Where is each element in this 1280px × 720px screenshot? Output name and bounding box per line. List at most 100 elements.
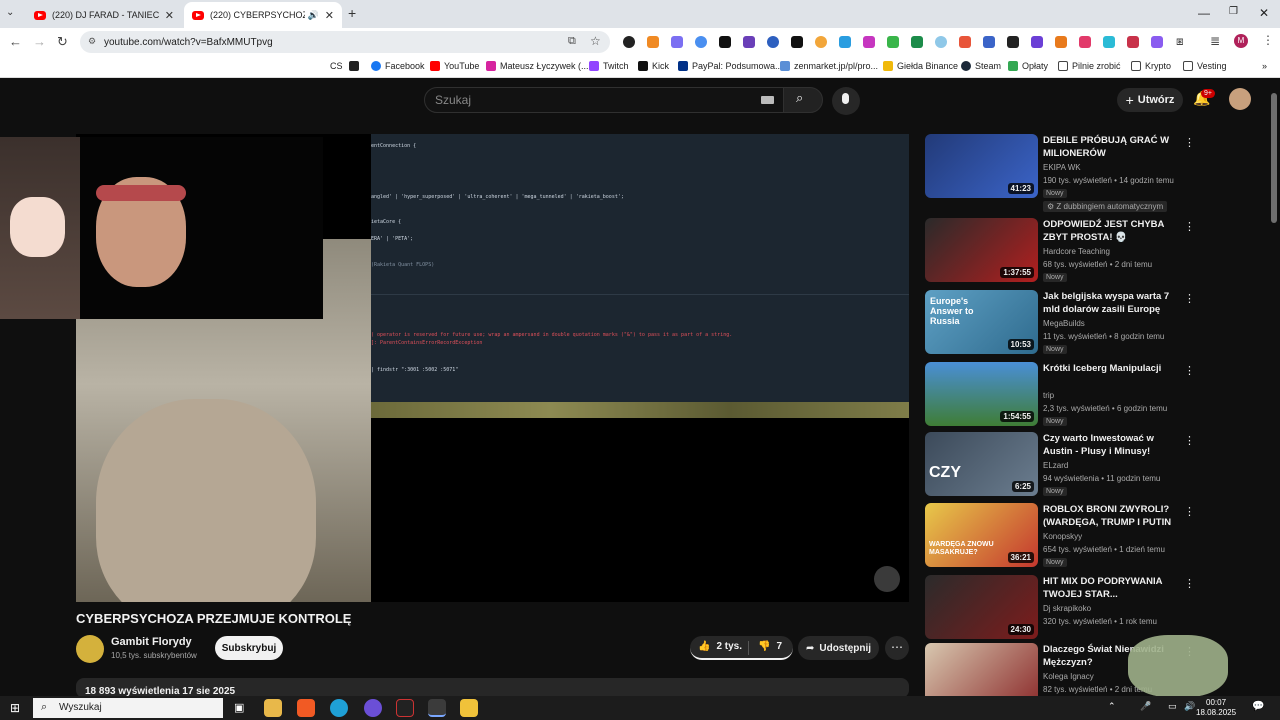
forward-button[interactable]: → xyxy=(33,34,46,49)
reading-list-icon[interactable]: ≣ xyxy=(1210,34,1220,48)
close-tab-icon[interactable]: ✕ xyxy=(165,9,174,22)
video-thumbnail[interactable]: 1:37:55 xyxy=(925,218,1038,282)
channel-watermark-icon[interactable] xyxy=(874,566,900,592)
recommendation-title[interactable]: Krótki Iceberg Manipulacji xyxy=(1043,362,1179,375)
discord-icon[interactable] xyxy=(364,699,382,717)
keyboard-icon[interactable] xyxy=(761,96,774,104)
bookmark-item[interactable]: Twitch xyxy=(589,61,629,71)
video-thumbnail[interactable]: Europe's Answer to Russia 10:53 xyxy=(925,290,1038,354)
extension-icon[interactable] xyxy=(839,36,851,48)
recommendation-item[interactable]: WARDĘGA ZNOWU MASAKRUJE? 36:21 ROBLOX BR… xyxy=(925,503,1265,569)
extension-icon[interactable] xyxy=(911,36,923,48)
video-thumbnail[interactable]: 41:23 xyxy=(925,134,1038,198)
more-bookmarks-icon[interactable]: » xyxy=(1262,61,1267,71)
tray-expand-icon[interactable]: ⌃ xyxy=(1108,701,1116,712)
reload-button[interactable]: ↻ xyxy=(57,34,68,50)
recommendation-title[interactable]: DEBILE PRÓBUJĄ GRAĆ W MILIONERÓW xyxy=(1043,134,1179,160)
network-icon[interactable]: ▭ xyxy=(1168,701,1177,712)
recommendation-item[interactable]: 1:54:55 Krótki Iceberg Manipulacji trip … xyxy=(925,362,1265,428)
tab-dj-farad[interactable]: (220) DJ FARAD - TANIEC NA RURZE ✕ xyxy=(26,2,182,28)
more-options-icon[interactable]: ⋮ xyxy=(1184,292,1195,305)
bookmark-item[interactable]: Steam xyxy=(961,61,1001,71)
extension-icon[interactable] xyxy=(695,36,707,48)
recommendation-item[interactable]: CZY 6:25 Czy warto Inwestować w Austin -… xyxy=(925,432,1265,498)
chrome-icon[interactable] xyxy=(428,699,446,717)
edge-browser-icon[interactable] xyxy=(330,699,348,717)
search-button[interactable]: ⌕ xyxy=(783,87,823,113)
close-tab-icon[interactable]: ✕ xyxy=(325,9,334,22)
recommendation-title[interactable]: Czy warto Inwestować w Austin - Plusy i … xyxy=(1043,432,1179,458)
channel-name[interactable]: Gambit Florydy xyxy=(111,636,192,648)
recommendation-item[interactable]: 24:30 HIT MIX DO PODRYWANIA TWOJEJ STAR.… xyxy=(925,575,1265,641)
extension-icon[interactable] xyxy=(743,36,755,48)
recommendation-channel[interactable]: Konopskyy xyxy=(1043,532,1082,541)
extension-icon[interactable] xyxy=(959,36,971,48)
bookmark-folder[interactable]: Krypto xyxy=(1131,61,1171,71)
share-button[interactable]: ➦ Udostępnij xyxy=(798,636,879,660)
obs-icon[interactable] xyxy=(396,699,414,717)
recommendation-title[interactable]: ODPOWIEDŹ JEST CHYBA ZBYT PROSTA! 💀 xyxy=(1043,218,1179,244)
bookmark-item[interactable]: zenmarket.jp/pl/pro... xyxy=(780,61,878,71)
metamask-extension-icon[interactable] xyxy=(647,36,659,48)
recommendation-channel[interactable]: trip xyxy=(1043,391,1054,400)
extension-icon[interactable] xyxy=(1127,36,1139,48)
bookmark-item[interactable] xyxy=(349,61,363,71)
close-window-button[interactable]: ✕ xyxy=(1259,6,1269,20)
extension-icon[interactable] xyxy=(1055,36,1067,48)
extension-icon[interactable] xyxy=(1031,36,1043,48)
brave-browser-icon[interactable] xyxy=(297,699,315,717)
notification-center-icon[interactable]: 💬 xyxy=(1252,701,1264,712)
create-button[interactable]: + Utwórz xyxy=(1117,88,1183,112)
extension-icon[interactable] xyxy=(719,36,731,48)
recommendation-channel[interactable]: ELzard xyxy=(1043,461,1068,470)
extensions-puzzle-icon[interactable]: ⧆ xyxy=(1176,34,1184,49)
more-options-icon[interactable]: ⋮ xyxy=(1184,434,1195,447)
page-scrollbar[interactable] xyxy=(1271,93,1277,223)
more-options-icon[interactable]: ⋮ xyxy=(1184,505,1195,518)
bookmark-item[interactable]: Facebook xyxy=(371,61,425,71)
minimize-window-button[interactable]: — xyxy=(1198,6,1210,20)
extension-icon[interactable] xyxy=(983,36,995,48)
taskbar-clock[interactable]: 00:07 18.08.2025 xyxy=(1196,698,1236,718)
extension-icon[interactable] xyxy=(935,36,947,48)
recommendation-channel[interactable]: MegaBuilds xyxy=(1043,319,1085,328)
recommendation-channel[interactable]: Kolega Ignacy xyxy=(1043,672,1094,681)
recommendation-item[interactable]: Europe's Answer to Russia 10:53 Jak belg… xyxy=(925,290,1265,356)
video-thumbnail[interactable]: WARDĘGA ZNOWU MASAKRUJE? 36:21 xyxy=(925,503,1038,567)
file-explorer-icon[interactable] xyxy=(264,699,282,717)
bookmark-item[interactable]: CS xyxy=(330,61,343,71)
bookmark-item[interactable]: Mateusz Łyczywek (... xyxy=(486,61,589,71)
video-thumbnail[interactable]: 1:54:55 xyxy=(925,362,1038,426)
extension-icon[interactable] xyxy=(767,36,779,48)
audio-playing-icon[interactable]: 🔊 xyxy=(308,10,319,21)
like-button[interactable]: 👍 2 tys. xyxy=(698,641,742,652)
recommendation-item[interactable]: 41:23 DEBILE PRÓBUJĄ GRAĆ W MILIONERÓW E… xyxy=(925,134,1265,200)
bookmark-item[interactable]: Giełda Binance xyxy=(883,61,958,71)
extension-icon[interactable] xyxy=(1079,36,1091,48)
extension-icon[interactable] xyxy=(623,36,635,48)
description-box[interactable]: 18 893 wyświetlenia 17 sie 2025 xyxy=(76,678,909,698)
browser-menu-icon[interactable]: ⋮ xyxy=(1262,33,1274,47)
bookmark-star-icon[interactable]: ☆ xyxy=(590,34,601,48)
more-options-icon[interactable]: ⋮ xyxy=(1184,364,1195,377)
back-button[interactable]: ← xyxy=(9,34,22,49)
voice-search-button[interactable] xyxy=(832,87,860,115)
new-tab-button[interactable]: + xyxy=(348,5,356,21)
bookmark-item[interactable]: YouTube xyxy=(430,61,479,71)
url-omnibox[interactable]: ⚙ youtube.com/watch?v=BafxMMUTpvg ⧉ ☆ xyxy=(80,31,610,53)
subscribe-button[interactable]: Subskrybuj xyxy=(215,636,283,660)
recommendation-title[interactable]: ROBLOX BRONI ZWYROLI? (WARDĘGA, TRUMP I … xyxy=(1043,503,1179,530)
recommendation-title[interactable]: Jak belgijska wyspa warta 7 mld dolarów … xyxy=(1043,290,1179,316)
extension-icon[interactable] xyxy=(791,36,803,48)
taskbar-search-box[interactable]: ⌕ Wyszukaj xyxy=(33,698,223,718)
more-options-icon[interactable]: ⋮ xyxy=(1184,136,1195,149)
site-info-icon[interactable]: ⚙ xyxy=(88,36,96,47)
tab-cyberpsychoza[interactable]: (220) CYBERPSYCHOZA PRZEJMUJE KONTROLĘ 🔊… xyxy=(184,2,342,28)
extension-icon[interactable] xyxy=(887,36,899,48)
microphone-tray-icon[interactable]: 🎤 xyxy=(1140,701,1151,712)
recommendation-title[interactable]: HIT MIX DO PODRYWANIA TWOJEJ STAR... xyxy=(1043,575,1179,601)
extension-icon[interactable] xyxy=(1007,36,1019,48)
install-app-icon[interactable]: ⧉ xyxy=(568,35,576,48)
bookmark-item[interactable]: PayPal: Podsumowa... xyxy=(678,61,783,71)
channel-avatar[interactable] xyxy=(76,635,104,663)
